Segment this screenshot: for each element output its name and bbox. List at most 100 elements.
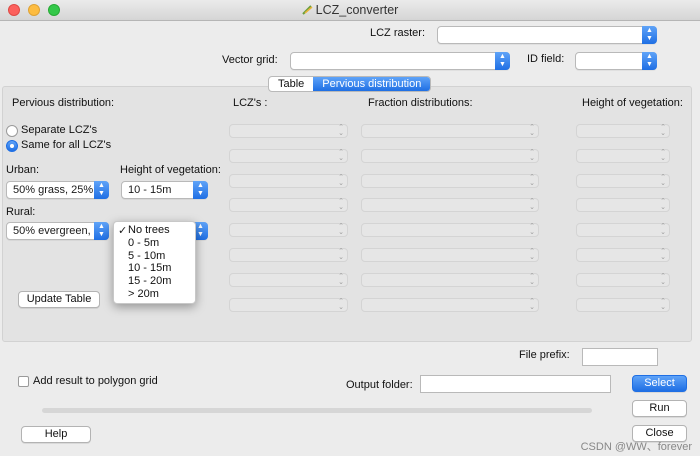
dropdown-option-15-20m[interactable]: 15 - 20m	[128, 275, 171, 287]
window-title: LCZ_converter	[0, 3, 700, 17]
separate-lczs-label: Separate LCZ's	[21, 124, 98, 136]
fraction-combo-row-8[interactable]: ⌃ ⌄	[361, 297, 539, 312]
chevron-updown-icon: ⌃ ⌄	[660, 173, 666, 187]
chevron-updown-icon: ⌃ ⌄	[529, 272, 535, 286]
fraction-combo-row-3[interactable]: ⌃ ⌄	[361, 173, 539, 188]
height-combo-row-4[interactable]: ⌃ ⌄	[576, 198, 670, 213]
lcz-combo-row-3[interactable]: ⌃ ⌄	[229, 173, 348, 188]
fraction-combo-row-6[interactable]: ⌃ ⌄	[361, 248, 539, 262]
height-combo-row-1[interactable]: ⌃ ⌄	[576, 124, 670, 138]
run-button[interactable]: Run	[632, 400, 687, 417]
rural-combo-value: 50% evergreen,	[13, 225, 91, 237]
rural-combo[interactable]: 50% evergreen, ▲ ▼	[6, 222, 109, 240]
dropdown-option-over-20m[interactable]: > 20m	[128, 288, 159, 300]
fraction-combo-row-5[interactable]: ⌃ ⌄	[361, 223, 539, 238]
height-combo-row-2[interactable]: ⌃ ⌄	[576, 148, 670, 163]
chevron-updown-icon: ⌃ ⌄	[660, 248, 666, 261]
fraction-combo-row-2[interactable]: ⌃ ⌄	[361, 148, 539, 163]
chevron-updown-icon: ⌃ ⌄	[660, 272, 666, 286]
urban-label: Urban:	[6, 164, 40, 176]
chevron-updown-icon: ▲ ▼	[495, 52, 510, 70]
help-button[interactable]: Help	[21, 426, 91, 443]
checkmark-icon: ✓	[118, 225, 128, 237]
progress-bar	[42, 408, 592, 413]
file-prefix-input[interactable]	[582, 348, 658, 366]
chevron-updown-icon: ▲ ▼	[642, 52, 657, 70]
chevron-updown-icon: ⌃ ⌄	[660, 297, 666, 311]
app-window: LCZ_converter LCZ raster: ▲ ▼ Vector grid…	[0, 0, 700, 456]
chevron-updown-icon: ⌃ ⌄	[529, 223, 535, 237]
select-button[interactable]: Select	[632, 375, 687, 392]
lcz-combo-row-8[interactable]: ⌃ ⌄	[229, 297, 348, 312]
lcz-combo-row-6[interactable]: ⌃ ⌄	[229, 248, 348, 262]
add-result-checkbox[interactable]	[18, 376, 29, 387]
pervious-distribution-label: Pervious distribution:	[12, 97, 115, 109]
lcz-combo-row-2[interactable]: ⌃ ⌄	[229, 148, 348, 163]
chevron-updown-icon: ⌃ ⌄	[529, 148, 535, 162]
fraction-combo-row-4[interactable]: ⌃ ⌄	[361, 198, 539, 213]
chevron-updown-icon: ▲ ▼	[94, 222, 109, 240]
chevron-updown-icon: ⌃ ⌄	[660, 223, 666, 237]
watermark-text: CSDN @WW、forever	[580, 441, 692, 453]
qgis-app-icon	[301, 5, 313, 15]
fraction-combo-row-7[interactable]: ⌃ ⌄	[361, 272, 539, 287]
height-combo-row-5[interactable]: ⌃ ⌄	[576, 223, 670, 238]
chevron-updown-icon: ⌃ ⌄	[529, 297, 535, 311]
chevron-updown-icon: ▲ ▼	[94, 181, 109, 199]
chevron-updown-icon: ▲ ▼	[642, 26, 657, 44]
tab-pervious-distribution[interactable]: Pervious distribution	[313, 77, 431, 91]
separate-lczs-radio[interactable]	[6, 125, 18, 137]
chevron-updown-icon: ⌃ ⌄	[529, 124, 535, 137]
id-field-label: ID field:	[527, 53, 565, 65]
file-prefix-label: File prefix:	[519, 349, 570, 361]
lcz-raster-combo[interactable]: ▲ ▼	[437, 26, 657, 44]
chevron-updown-icon: ⌃ ⌄	[529, 248, 535, 261]
height-of-vegetation-header: Height of vegetation:	[582, 97, 683, 109]
height-combo-row-8[interactable]: ⌃ ⌄	[576, 297, 670, 312]
vector-grid-label: Vector grid:	[222, 54, 278, 66]
title-bar: LCZ_converter	[0, 0, 700, 21]
dropdown-option-5-10m[interactable]: 5 - 10m	[128, 250, 165, 262]
chevron-updown-icon: ⌃ ⌄	[529, 173, 535, 187]
fraction-distributions-header: Fraction distributions:	[368, 97, 473, 109]
fraction-combo-row-1[interactable]: ⌃ ⌄	[361, 124, 539, 138]
lczs-column-header: LCZ's :	[233, 97, 268, 109]
chevron-updown-icon: ⌃ ⌄	[660, 124, 666, 137]
chevron-updown-icon: ⌃ ⌄	[338, 223, 344, 237]
urban-combo[interactable]: 50% grass, 25% ▲ ▼	[6, 181, 109, 199]
dropdown-option-10-15m[interactable]: 10 - 15m	[128, 262, 171, 274]
height-combo-row-6[interactable]: ⌃ ⌄	[576, 248, 670, 262]
lcz-combo-row-1[interactable]: ⌃ ⌄	[229, 124, 348, 138]
chevron-updown-icon: ⌃ ⌄	[529, 198, 535, 212]
tab-table[interactable]: Table	[269, 77, 313, 91]
lcz-combo-row-7[interactable]: ⌃ ⌄	[229, 272, 348, 287]
window-title-text: LCZ_converter	[315, 3, 399, 17]
height-combo-row-3[interactable]: ⌃ ⌄	[576, 173, 670, 188]
chevron-updown-icon: ⌃ ⌄	[338, 124, 344, 137]
lcz-combo-row-4[interactable]: ⌃ ⌄	[229, 198, 348, 213]
chevron-updown-icon: ⌃ ⌄	[338, 148, 344, 162]
chevron-updown-icon: ⌃ ⌄	[338, 248, 344, 261]
rural-label: Rural:	[6, 206, 36, 218]
same-for-all-lczs-label: Same for all LCZ's	[21, 139, 112, 151]
chevron-updown-icon: ⌃ ⌄	[338, 173, 344, 187]
vector-grid-combo[interactable]: ▲ ▼	[290, 52, 510, 70]
urban-height-combo[interactable]: 10 - 15m ▲ ▼	[121, 181, 208, 199]
urban-height-combo-value: 10 - 15m	[128, 184, 172, 196]
same-for-all-lczs-radio[interactable]	[6, 140, 18, 152]
chevron-updown-icon: ⌃ ⌄	[338, 297, 344, 311]
dropdown-option-no-trees[interactable]: No trees	[128, 224, 170, 236]
update-table-button[interactable]: Update Table	[18, 291, 100, 308]
dropdown-option-0-5m[interactable]: 0 - 5m	[128, 237, 159, 249]
chevron-updown-icon: ⌃ ⌄	[338, 198, 344, 212]
lcz-raster-label: LCZ raster:	[370, 27, 426, 39]
output-folder-input[interactable]	[420, 375, 611, 393]
height-dropdown-menu: ✓ No trees 0 - 5m 5 - 10m 10 - 15m 15 - …	[113, 221, 196, 304]
height-of-vegetation-label: Height of vegetation:	[120, 164, 221, 176]
height-combo-row-7[interactable]: ⌃ ⌄	[576, 272, 670, 287]
output-folder-label: Output folder:	[346, 379, 413, 391]
lcz-combo-row-5[interactable]: ⌃ ⌄	[229, 223, 348, 238]
id-field-combo[interactable]: ▲ ▼	[575, 52, 657, 70]
tab-bar: Table Pervious distribution	[268, 76, 432, 92]
chevron-updown-icon: ⌃ ⌄	[660, 148, 666, 162]
